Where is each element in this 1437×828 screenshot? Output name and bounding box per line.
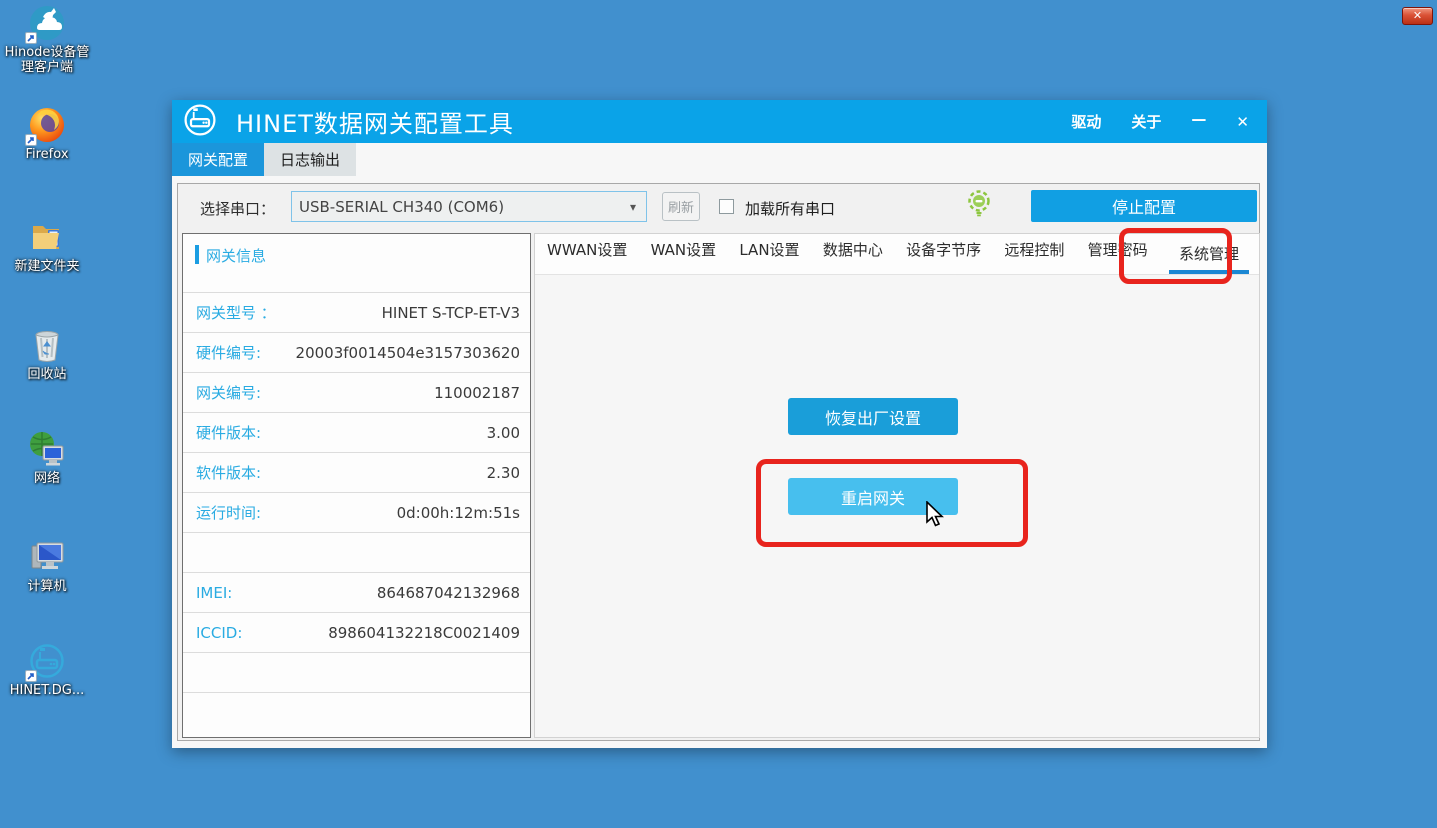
status-bulb-icon bbox=[966, 189, 992, 223]
shortcut-arrow-icon bbox=[25, 670, 37, 682]
tab-gateway-config[interactable]: 网关配置 bbox=[172, 143, 264, 176]
close-button[interactable]: ✕ bbox=[1236, 113, 1249, 131]
desktop-icon-firefox[interactable]: Firefox bbox=[2, 106, 92, 162]
stop-config-button[interactable]: 停止配置 bbox=[1031, 190, 1257, 222]
info-row-hw-serial: 硬件编号: 20003f0014504e3157303620 bbox=[183, 333, 530, 373]
tab-log-output[interactable]: 日志输出 bbox=[264, 143, 356, 176]
section-accent-bar bbox=[195, 245, 199, 264]
desktop-icon-network[interactable]: 网络 bbox=[2, 430, 92, 486]
desktop: Hinode设备管理客户端 Firefox 新建文件夹 bbox=[0, 0, 1437, 828]
desktop-icon-label: 计算机 bbox=[2, 579, 92, 594]
factory-reset-button[interactable]: 恢复出厂设置 bbox=[788, 398, 958, 435]
recycle-bin-icon bbox=[27, 326, 67, 364]
main-tabstrip: 网关配置 日志输出 bbox=[172, 143, 1267, 176]
hinet-dg-icon bbox=[27, 642, 67, 680]
shortcut-arrow-icon bbox=[25, 134, 37, 146]
screen-close-button[interactable]: ✕ bbox=[1402, 7, 1433, 25]
info-row-empty bbox=[183, 533, 530, 573]
desktop-icon-hinet-dg[interactable]: HINET.DG... bbox=[2, 642, 92, 698]
desktop-icon-new-folder[interactable]: 新建文件夹 bbox=[2, 218, 92, 274]
load-all-ports-label: 加载所有串口 bbox=[745, 198, 835, 219]
config-tabstrip: WWAN设置 WAN设置 LAN设置 数据中心 设备字节序 远程控制 管理密码 … bbox=[535, 234, 1259, 275]
app-window: HINET数据网关配置工具 驱动 关于 — ✕ 网关配置 日志输出 选择串口： … bbox=[172, 100, 1267, 748]
window-body: 选择串口： USB-SERIAL CH340 (COM6) ▾ 刷新 加载所有串… bbox=[172, 176, 1267, 748]
desktop-icon-label: 新建文件夹 bbox=[2, 259, 92, 274]
load-all-ports-checkbox[interactable] bbox=[719, 199, 734, 214]
tab-byte-order[interactable]: 设备字节序 bbox=[904, 239, 983, 274]
info-row-hw-version: 硬件版本: 3.00 bbox=[183, 413, 530, 453]
gateway-info-header: 网关信息 bbox=[206, 245, 266, 266]
driver-menu-button[interactable]: 驱动 bbox=[1071, 111, 1101, 132]
desktop-icon-label: 网络 bbox=[2, 471, 92, 486]
info-row-sw-version: 软件版本: 2.30 bbox=[183, 453, 530, 493]
info-row-model: 网关型号 ： HINET S-TCP-ET-V3 bbox=[183, 293, 530, 333]
tab-wwan-settings[interactable]: WWAN设置 bbox=[545, 239, 629, 274]
app-logo-icon bbox=[182, 102, 218, 142]
desktop-icon-recycle-bin[interactable]: 回收站 bbox=[2, 326, 92, 382]
desktop-icon-label: HINET.DG... bbox=[2, 683, 92, 698]
desktop-icon-label: 回收站 bbox=[2, 367, 92, 382]
tab-lan-settings[interactable]: LAN设置 bbox=[737, 239, 801, 274]
tab-wan-settings[interactable]: WAN设置 bbox=[649, 239, 719, 274]
info-row-imei: IMEI: 864687042132968 bbox=[183, 573, 530, 613]
tab-remote-control[interactable]: 远程控制 bbox=[1002, 239, 1066, 274]
info-row-empty bbox=[183, 653, 530, 693]
serial-port-value: USB-SERIAL CH340 (COM6) bbox=[292, 198, 504, 216]
tab-data-center[interactable]: 数据中心 bbox=[821, 239, 885, 274]
info-row-iccid: ICCID: 898604132218C0021409 bbox=[183, 613, 530, 653]
folder-icon bbox=[27, 218, 67, 256]
gateway-info-panel: 网关信息 网关型号 ： HINET S-TCP-ET-V3 硬件编号: 2000… bbox=[182, 233, 531, 738]
desktop-icon-label: Hinode设备管理客户端 bbox=[2, 45, 92, 75]
tab-admin-password[interactable]: 管理密码 bbox=[1086, 239, 1150, 274]
main-groupbox: 选择串口： USB-SERIAL CH340 (COM6) ▾ 刷新 加载所有串… bbox=[177, 183, 1260, 741]
hinode-client-icon bbox=[27, 4, 67, 42]
shortcut-arrow-icon bbox=[25, 32, 37, 44]
chevron-down-icon: ▾ bbox=[630, 200, 646, 214]
info-row-gw-serial: 网关编号: 110002187 bbox=[183, 373, 530, 413]
desktop-icon-hinode-client[interactable]: Hinode设备管理客户端 bbox=[2, 4, 92, 75]
tab-system-management[interactable]: 系统管理 bbox=[1169, 243, 1249, 274]
titlebar[interactable]: HINET数据网关配置工具 驱动 关于 — ✕ bbox=[172, 100, 1267, 143]
desktop-icon-computer[interactable]: 计算机 bbox=[2, 538, 92, 594]
firefox-icon bbox=[27, 106, 67, 144]
network-icon bbox=[27, 430, 67, 468]
window-title: HINET数据网关配置工具 bbox=[236, 104, 514, 139]
about-menu-button[interactable]: 关于 bbox=[1131, 111, 1161, 132]
config-panel: WWAN设置 WAN设置 LAN设置 数据中心 设备字节序 远程控制 管理密码 … bbox=[534, 233, 1260, 738]
restart-gateway-button[interactable]: 重启网关 bbox=[788, 478, 958, 515]
refresh-button[interactable]: 刷新 bbox=[662, 192, 700, 221]
desktop-icon-label: Firefox bbox=[2, 147, 92, 162]
minimize-button[interactable]: — bbox=[1191, 110, 1206, 128]
serial-port-select[interactable]: USB-SERIAL CH340 (COM6) ▾ bbox=[291, 191, 647, 222]
serial-port-label: 选择串口： bbox=[200, 198, 275, 219]
info-row-uptime: 运行时间: 0d:00h:12m:51s bbox=[183, 493, 530, 533]
computer-icon bbox=[27, 538, 67, 576]
